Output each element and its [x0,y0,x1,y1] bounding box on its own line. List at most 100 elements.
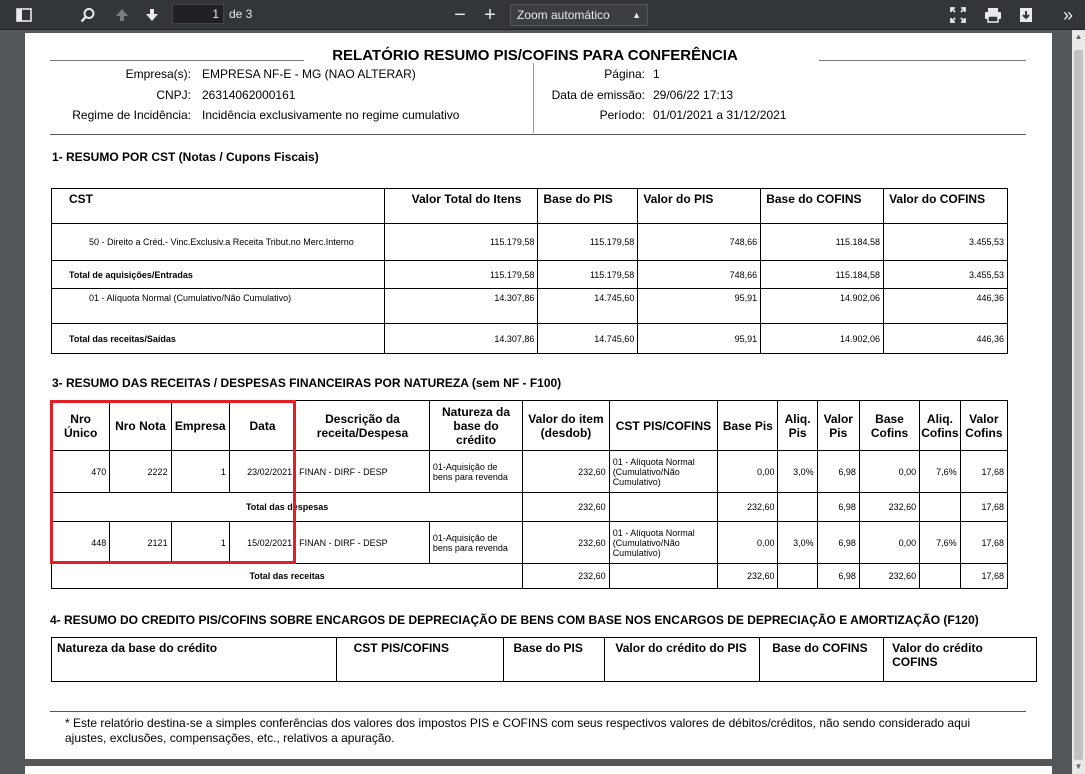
col-header-credito-pis: Valor do crédito do PIS [604,637,761,682]
col-header-base-cofins: Base Cofins [858,400,921,451]
cell [919,492,961,522]
more-tools-button[interactable]: » [1056,0,1080,30]
pdf-page-2-top [25,766,1052,774]
cell: 6,98 [816,521,860,564]
col-header-valor-pis: Valor Pis [816,400,860,451]
page-count-label: de 3 [229,7,253,21]
col-header-valor-cofins: Valor do COFINS [883,188,1008,224]
cell: 14.902,06 [760,288,885,324]
page-label: Página: [604,67,645,81]
cell: 232,60 [522,492,610,522]
cell: 01-Aquisição de bens para revenda [428,521,524,564]
cell: 232,60 [522,521,610,564]
emission-value: 29/06/22 17:13 [653,88,734,102]
cell: FINAN - DIRF - DESP [295,450,430,493]
header-bottom-rule [50,134,1026,135]
zoom-out-button[interactable]: − [450,0,470,30]
cell: 115.179,58 [537,223,639,261]
depreciation-credit-table: Natureza da base do crédito CST PIS/COFI… [51,637,1037,682]
regime-label: Regime de Incidência: [72,108,191,122]
cell: 748,66 [637,260,762,289]
cell: 748,66 [637,223,762,261]
section3-title: 3- RESUMO DAS RECEITAS / DESPESAS FINANC… [52,376,562,390]
col-header-credito-cofins: Valor do crédito COFINS [883,637,1037,682]
cell [777,492,818,522]
cell: 14.745,60 [537,288,639,324]
period-value: 01/01/2021 a 31/12/2021 [653,108,787,122]
col-header-valor-pis: Valor do PIS [637,188,762,224]
cell: 95,91 [637,288,762,324]
report-title: RELATÓRIO RESUMO PIS/COFINS PARA CONFERÊ… [332,47,738,64]
cnpj-label: CNPJ: [156,88,191,102]
cell: 115.179,58 [383,260,539,289]
page-number-input[interactable]: 1 [172,4,224,24]
zoom-select[interactable]: Zoom automático ▲ [510,4,648,26]
cell: 17,68 [959,563,1009,589]
pdf-page: RELATÓRIO RESUMO PIS/COFINS PARA CONFERÊ… [25,33,1052,759]
sidebar-toggle-icon[interactable] [12,4,36,26]
cell: 6,98 [816,563,860,589]
cell: Total de aquisições/Entradas [51,260,385,289]
cell: 232,60 [522,563,610,589]
company-label: Empresa(s): [125,67,191,81]
col-header-cst: CST PIS/COFINS [335,637,504,682]
cell: 446,36 [883,288,1008,324]
cell: 115.184,58 [760,260,885,289]
cell: 0,00 [858,521,921,564]
zoom-in-button[interactable]: + [480,0,500,30]
cell: 232,60 [858,492,921,522]
table-header-row: CST Valor Total do Itens Base do PIS Val… [51,188,1008,224]
scroll-up-arrow-icon[interactable]: ▲ [1072,30,1085,44]
header-rule-left [50,60,304,61]
cell: 115.179,58 [383,223,539,261]
table-row: 50 - Direito a Créd.- Vinc.Exclusiv.a Re… [51,223,1008,261]
col-header-base-cofins: Base do COFINS [760,188,885,224]
cell: 3,0% [777,450,818,493]
cell [608,563,719,589]
scrollbar-thumb[interactable] [1074,50,1083,760]
cell: 3.455,53 [883,260,1008,289]
cell: FINAN - DIRF - DESP [295,521,430,564]
page-value: 1 [653,67,660,81]
cell: 3,0% [777,521,818,564]
col-header-base-pis: Base do PIS [502,637,606,682]
header-divider [533,63,534,133]
col-header-base-pis: Base Pis [717,400,779,451]
cnpj-value: 26314062000161 [202,88,296,102]
period-label: Período: [599,108,645,122]
vertical-scrollbar[interactable]: ▲ ▼ [1072,30,1085,774]
col-header-cst: CST PIS/COFINS [608,400,719,451]
cell: 50 - Direito a Créd.- Vinc.Exclusiv.a Re… [51,223,385,261]
cell: 0,00 [717,450,779,493]
cell: Total das receitas/Saídas [51,323,385,354]
section4-title: 4- RESUMO DO CREDITO PIS/COFINS SOBRE EN… [50,613,979,627]
cell: 232,60 [717,563,779,589]
cell [608,492,719,522]
col-header-cst: CST [51,188,385,224]
download-icon[interactable] [1014,4,1038,26]
col-header-base-cofins: Base do COFINS [759,637,885,682]
cell: 14.902,06 [760,323,885,354]
cell: 115.184,58 [760,223,885,261]
presentation-mode-icon[interactable] [946,4,970,26]
emission-label: Data de emissão: [551,88,645,102]
chevron-updown-icon: ▲ [632,10,641,20]
table-row: Total das receitas 232,60 232,60 6,98 23… [50,563,1009,589]
print-icon[interactable] [981,4,1005,26]
cell: 01 - Alíquota Normal (Cumulativo/Não Cum… [608,450,719,493]
col-header-descricao: Descrição da receita/Despesa [295,400,430,451]
cell: 17,68 [959,521,1009,564]
cell: Total das receitas [50,563,524,589]
table-row: Total das receitas/Saídas 14.307,86 14.7… [51,323,1008,354]
footnote-rule [50,711,1026,712]
search-icon[interactable] [76,4,100,26]
next-page-icon[interactable] [140,4,164,26]
scroll-down-arrow-icon[interactable]: ▼ [1072,760,1085,774]
cell: 232,60 [717,492,779,522]
previous-page-icon[interactable] [110,4,134,26]
cell: 01-Aquisição de bens para revenda [428,450,524,493]
cell: 115.179,58 [537,260,639,289]
regime-value: Incidência exclusivamente no regime cumu… [202,108,460,122]
cell: 7,6% [919,450,961,493]
cell: 7,6% [919,521,961,564]
